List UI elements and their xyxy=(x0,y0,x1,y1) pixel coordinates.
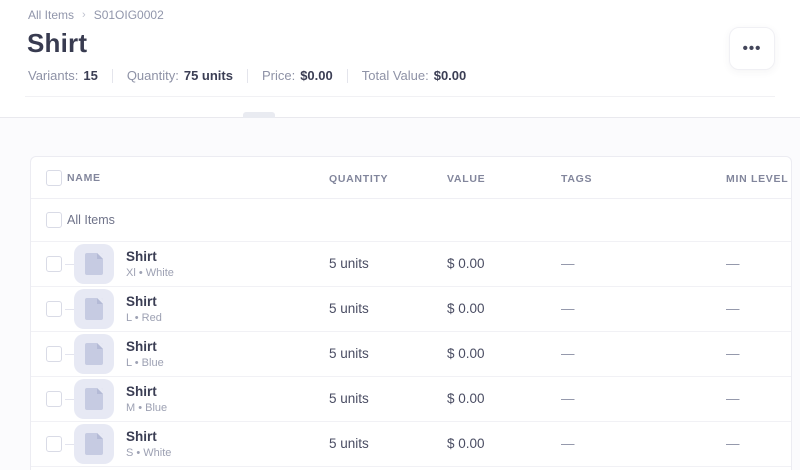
row-checkbox[interactable] xyxy=(46,256,62,272)
column-header-value[interactable]: Value xyxy=(447,173,485,185)
min-level-cell: — xyxy=(726,301,740,316)
group-label: All Items xyxy=(67,213,115,227)
row-checkbox[interactable] xyxy=(46,391,62,407)
item-thumbnail[interactable] xyxy=(74,379,114,419)
select-all-checkbox[interactable] xyxy=(46,170,62,186)
more-options-button[interactable]: ••• xyxy=(729,27,775,70)
item-variant: L • Red xyxy=(126,312,162,324)
item-name[interactable]: Shirt xyxy=(126,294,162,311)
document-icon xyxy=(85,343,103,365)
variant-row[interactable]: Shirt Xl • White 5 units $ 0.00 — — xyxy=(31,242,791,287)
item-thumbnail[interactable] xyxy=(74,334,114,374)
breadcrumb-current: S01OIG0002 xyxy=(94,8,164,22)
quantity-cell: 5 units xyxy=(329,301,369,316)
min-level-cell: — xyxy=(726,256,740,271)
item-thumbnail[interactable] xyxy=(74,289,114,329)
column-header-name[interactable]: Name xyxy=(67,172,101,184)
item-thumbnail[interactable] xyxy=(74,424,114,464)
stat-total-value-value: $0.00 xyxy=(434,68,467,83)
variant-row[interactable]: Shirt M • Blue 5 units $ 0.00 — — xyxy=(31,377,791,422)
ellipsis-icon: ••• xyxy=(743,41,762,56)
tags-cell: — xyxy=(561,391,575,406)
item-name[interactable]: Shirt xyxy=(126,384,167,401)
item-name[interactable]: Shirt xyxy=(126,249,174,266)
row-connector-line xyxy=(65,354,74,355)
variant-row[interactable]: Shirt S • White 5 units $ 0.00 — — xyxy=(31,422,791,467)
value-cell: $ 0.00 xyxy=(447,391,485,406)
quantity-cell: 5 units xyxy=(329,256,369,271)
table-body: Shirt Xl • White 5 units $ 0.00 — — Shir… xyxy=(31,242,791,467)
min-level-cell: — xyxy=(726,391,740,406)
tags-cell: — xyxy=(561,301,575,316)
row-connector-line xyxy=(65,264,74,265)
item-thumbnail[interactable] xyxy=(74,244,114,284)
quantity-cell: 5 units xyxy=(329,346,369,361)
group-row-all-items[interactable]: All Items xyxy=(31,199,791,242)
stat-quantity-value: 75 units xyxy=(184,68,233,83)
page-header: All Items › S01OIG0002 Shirt ••• Variant… xyxy=(0,0,800,117)
item-name[interactable]: Shirt xyxy=(126,339,164,356)
variant-row[interactable]: Shirt L • Blue 5 units $ 0.00 — — xyxy=(31,332,791,377)
content-area: Name Quantity Value Tags Min Level All I… xyxy=(0,117,800,470)
min-level-cell: — xyxy=(726,436,740,451)
row-connector-line xyxy=(65,399,74,400)
page-title: Shirt xyxy=(27,28,87,59)
column-header-min-level[interactable]: Min Level xyxy=(726,173,788,185)
item-variant: S • White xyxy=(126,447,171,459)
item-variant: Xl • White xyxy=(126,267,174,279)
item-variant: L • Blue xyxy=(126,357,164,369)
row-checkbox[interactable] xyxy=(46,436,62,452)
row-connector-line xyxy=(65,309,74,310)
row-checkbox[interactable] xyxy=(46,346,62,362)
min-level-cell: — xyxy=(726,346,740,361)
stat-quantity-label: Quantity: xyxy=(127,68,179,83)
document-icon xyxy=(85,253,103,275)
value-cell: $ 0.00 xyxy=(447,301,485,316)
value-cell: $ 0.00 xyxy=(447,346,485,361)
stat-variants: Variants: 15 xyxy=(28,68,98,83)
column-header-quantity[interactable]: Quantity xyxy=(329,173,388,185)
variant-row[interactable]: Shirt L • Red 5 units $ 0.00 — — xyxy=(31,287,791,332)
item-name[interactable]: Shirt xyxy=(126,429,171,446)
tags-cell: — xyxy=(561,256,575,271)
document-icon xyxy=(85,298,103,320)
tags-cell: — xyxy=(561,346,575,361)
stat-variants-label: Variants: xyxy=(28,68,78,83)
value-cell: $ 0.00 xyxy=(447,256,485,271)
stat-total-value-label: Total Value: xyxy=(362,68,429,83)
row-connector-line xyxy=(65,444,74,445)
stat-total-value: Total Value: $0.00 xyxy=(333,68,467,83)
document-icon xyxy=(85,388,103,410)
row-checkbox[interactable] xyxy=(46,301,62,317)
item-variant: M • Blue xyxy=(126,402,167,414)
quantity-cell: 5 units xyxy=(329,391,369,406)
stat-variants-value: 15 xyxy=(83,68,97,83)
stat-quantity: Quantity: 75 units xyxy=(98,68,233,83)
stat-price-label: Price: xyxy=(262,68,295,83)
document-icon xyxy=(85,433,103,455)
stat-price-value: $0.00 xyxy=(300,68,333,83)
breadcrumb-all-items[interactable]: All Items xyxy=(28,8,74,22)
group-checkbox[interactable] xyxy=(46,212,62,228)
item-stats: Variants: 15 Quantity: 75 units Price: $… xyxy=(28,68,466,83)
variants-table: Name Quantity Value Tags Min Level All I… xyxy=(30,156,792,470)
breadcrumb: All Items › S01OIG0002 xyxy=(28,8,164,22)
table-header-row: Name Quantity Value Tags Min Level xyxy=(31,157,791,199)
column-header-tags[interactable]: Tags xyxy=(561,173,592,185)
quantity-cell: 5 units xyxy=(329,436,369,451)
clipped-toolbar-remnant xyxy=(243,112,275,118)
breadcrumb-chevron-icon: › xyxy=(82,9,86,21)
header-divider xyxy=(25,96,775,97)
value-cell: $ 0.00 xyxy=(447,436,485,451)
tags-cell: — xyxy=(561,436,575,451)
stat-price: Price: $0.00 xyxy=(233,68,333,83)
